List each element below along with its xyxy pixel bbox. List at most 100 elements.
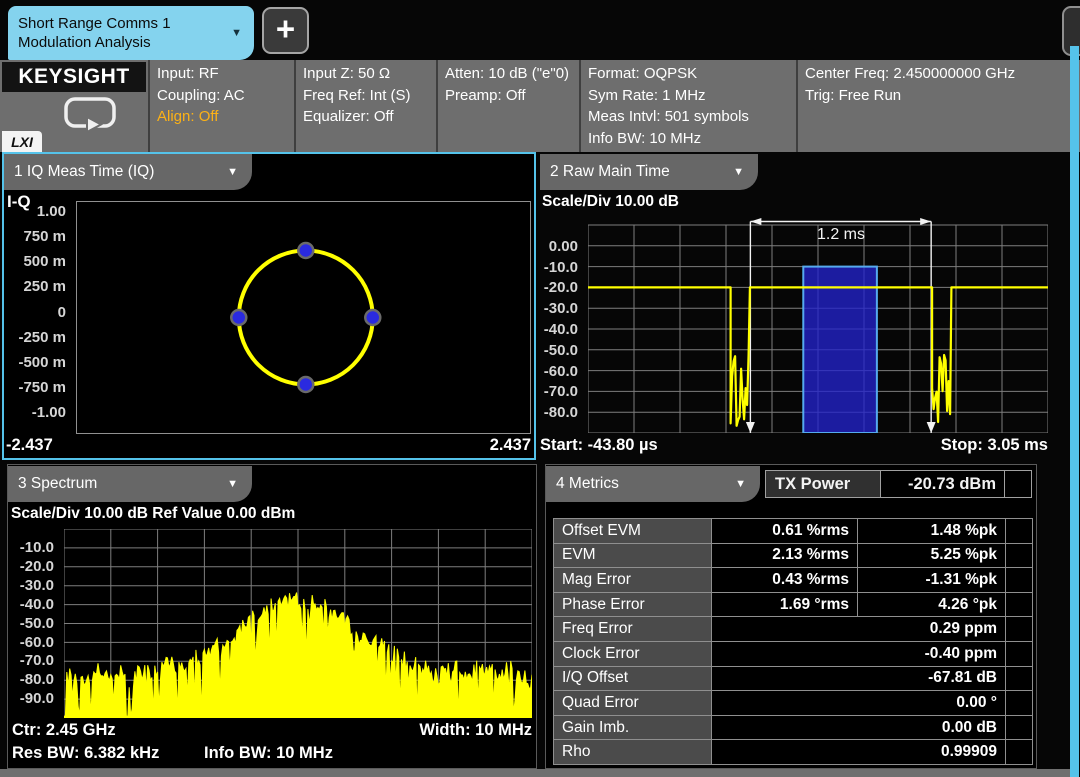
header-line: Info BW: 10 MHz <box>588 128 789 150</box>
metrics-row[interactable]: Clock Error-0.40 ppm <box>554 641 1033 666</box>
chevron-down-icon: ▼ <box>231 28 242 39</box>
metric-pk-value: 1.48 %pk <box>858 519 1006 544</box>
metric-rms-value: 0.43 %rms <box>712 568 858 593</box>
y-tick-label: -40.0 <box>8 596 54 614</box>
header-cell: Input Z: 50 ΩFreq Ref: Int (S)Equalizer:… <box>294 60 436 152</box>
y-tick-label: 1.00 <box>4 203 66 221</box>
metrics-row[interactable]: Mag Error0.43 %rms-1.31 %pk <box>554 568 1033 593</box>
header-cell: Format: OQPSKSym Rate: 1 MHzMeas Intvl: … <box>579 60 796 152</box>
header-line: Atten: 10 dB ("e"0) <box>445 63 572 85</box>
y-tick-label: -20.0 <box>540 279 578 297</box>
y-tick-label: -70.0 <box>8 652 54 670</box>
metrics-row[interactable]: Quad Error0.00 ° <box>554 691 1033 716</box>
y-tick-label: -30.0 <box>8 577 54 595</box>
metric-pk-value: 4.26 °pk <box>858 592 1006 617</box>
header-line: Meas Intvl: 501 symbols <box>588 106 789 128</box>
header-line: Trig: Free Run <box>805 85 1073 107</box>
brand-cell: KEYSIGHT LXI <box>0 60 148 152</box>
metric-gutter <box>1006 519 1033 544</box>
spectrum-width-label: Width: 10 MHz <box>332 721 532 740</box>
right-edge-accent-bar <box>1070 46 1079 777</box>
raw-start-label: Start: -43.80 µs <box>540 436 658 455</box>
metric-label: Clock Error <box>554 641 712 666</box>
metric-gutter <box>1006 617 1033 642</box>
raw-time-plot[interactable] <box>588 218 1048 433</box>
chevron-down-icon: ▼ <box>735 479 746 490</box>
add-tab-button[interactable]: + <box>262 7 309 54</box>
metrics-row[interactable]: EVM2.13 %rms5.25 %pk <box>554 543 1033 568</box>
header-cell: Center Freq: 2.450000000 GHzTrig: Free R… <box>796 60 1080 152</box>
metrics-row[interactable]: I/Q Offset-67.81 dB <box>554 666 1033 691</box>
metric-gutter <box>1006 715 1033 740</box>
tab-line-1: Short Range Comms 1 <box>18 14 171 33</box>
metric-value: -67.81 dB <box>712 666 1006 691</box>
header-line: Center Freq: 2.450000000 GHz <box>805 63 1073 85</box>
measurement-mode-tab[interactable]: Short Range Comms 1 Modulation Analysis … <box>8 6 254 60</box>
screen-share-icon[interactable] <box>60 95 122 133</box>
metric-pk-value: -1.31 %pk <box>858 568 1006 593</box>
lxi-badge: LXI <box>2 131 42 152</box>
iq-x-max: 2.437 <box>331 436 531 455</box>
metric-label: Gain Imb. <box>554 715 712 740</box>
time-selection-region[interactable] <box>803 267 877 433</box>
metrics-row[interactable]: Freq Error0.29 ppm <box>554 617 1033 642</box>
raw-stop-label: Stop: 3.05 ms <box>848 436 1048 455</box>
metric-label: I/Q Offset <box>554 666 712 691</box>
metric-label: EVM <box>554 543 712 568</box>
y-tick-label: -70.0 <box>540 383 578 401</box>
y-tick-label: -750 m <box>4 379 66 397</box>
metric-gutter <box>1006 666 1033 691</box>
header-line: Preamp: Off <box>445 85 572 107</box>
metric-gutter <box>1006 740 1033 765</box>
header-line: Input: RF <box>157 63 287 85</box>
bottom-strip <box>0 769 1070 777</box>
metric-value: 0.00 dB <box>712 715 1006 740</box>
metric-gutter <box>1006 543 1033 568</box>
metric-rms-value: 1.69 °rms <box>712 592 858 617</box>
y-tick-label: -10.0 <box>540 259 578 277</box>
y-tick-label: 250 m <box>4 278 66 296</box>
metrics-row[interactable]: Phase Error1.69 °rms4.26 °pk <box>554 592 1033 617</box>
metric-label: Phase Error <box>554 592 712 617</box>
spectrum-resbw-label: Res BW: 6.382 kHz <box>12 744 159 763</box>
y-tick-label: -50.0 <box>540 342 578 360</box>
metrics-row[interactable]: Gain Imb.0.00 dB <box>554 715 1033 740</box>
burst-width-annotation: 1.2 ms <box>791 226 891 244</box>
metric-label: Offset EVM <box>554 519 712 544</box>
panel-iq-meas-time: 1 IQ Meas Time (IQ) ▼ I-Q 1.00750 m500 m… <box>2 152 536 460</box>
y-tick-label: -1.00 <box>4 404 66 422</box>
y-tick-label: -80.0 <box>8 671 54 689</box>
iq-x-min: -2.437 <box>6 436 53 455</box>
chevron-down-icon: ▼ <box>733 167 744 178</box>
raw-y-axis-ticks: 0.00-10.0-20.0-30.0-40.0-50.0-60.0-70.0-… <box>540 152 584 460</box>
panel4-title-dropdown[interactable]: 4 Metrics ▼ <box>546 466 760 502</box>
tab-line-2: Modulation Analysis <box>18 33 171 52</box>
metric-value: 0.00 ° <box>712 691 1006 716</box>
y-tick-label: 500 m <box>4 253 66 271</box>
y-tick-label: -250 m <box>4 329 66 347</box>
y-tick-label: -60.0 <box>8 634 54 652</box>
y-tick-label: -10.0 <box>8 539 54 557</box>
metric-value: -0.40 ppm <box>712 641 1006 666</box>
header-line: Input Z: 50 Ω <box>303 63 429 85</box>
spectrum-center-label: Ctr: 2.45 GHz <box>12 721 116 740</box>
metric-gutter <box>1006 592 1033 617</box>
header-line: Format: OQPSK <box>588 63 789 85</box>
metric-value: 0.99909 <box>712 740 1006 765</box>
header-line: Align: Off <box>157 106 287 128</box>
spectrum-plot[interactable] <box>64 529 532 718</box>
metric-value: 0.29 ppm <box>712 617 1006 642</box>
y-tick-label: 750 m <box>4 228 66 246</box>
metric-rms-value: 2.13 %rms <box>712 543 858 568</box>
metrics-row[interactable]: Offset EVM0.61 %rms1.48 %pk <box>554 519 1033 544</box>
y-tick-label: -40.0 <box>540 321 578 339</box>
measurement-tab-label: Short Range Comms 1 Modulation Analysis <box>8 14 171 52</box>
tx-power-label: TX Power <box>765 470 880 498</box>
metrics-row[interactable]: Rho0.99909 <box>554 740 1033 765</box>
panel-spectrum: 3 Spectrum ▼ Scale/Div 10.00 dB Ref Valu… <box>7 464 537 769</box>
panel-metrics: 4 Metrics ▼ TX Power -20.73 dBm Offset E… <box>545 464 1037 769</box>
metric-label: Freq Error <box>554 617 712 642</box>
metric-label: Mag Error <box>554 568 712 593</box>
iq-constellation-plot[interactable] <box>76 201 531 434</box>
tx-power-readout: TX Power -20.73 dBm <box>765 470 1032 498</box>
